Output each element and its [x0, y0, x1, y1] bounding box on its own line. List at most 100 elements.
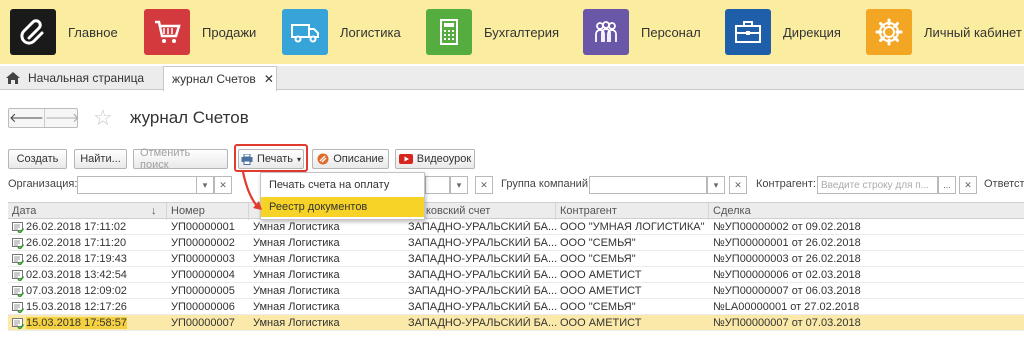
cell-org: Умная Логистика — [253, 301, 340, 313]
bank-clear-button[interactable]: ✕ — [475, 176, 493, 194]
description-button[interactable]: Описание — [312, 149, 389, 169]
cell-bank: ЗАПАДНО-УРАЛЬСКИЙ БА... — [408, 237, 558, 249]
posted-document-icon — [12, 238, 24, 249]
cell-deal: №УП00000002 от 09.02.2018 — [713, 221, 861, 233]
cell-date: 26.02.2018 17:19:43 — [26, 253, 127, 265]
section-personnel[interactable]: Персонал — [583, 8, 701, 56]
org-filter-input[interactable] — [77, 176, 197, 194]
table-row[interactable]: 26.02.2018 17:11:20 УП00000002 Умная Логис… — [8, 235, 1024, 251]
section-label: Главное — [68, 24, 118, 40]
cell-number: УП00000007 — [171, 317, 235, 329]
youtube-icon — [398, 154, 413, 164]
org-clear-button[interactable]: ✕ — [214, 176, 232, 194]
print-highlight-frame — [234, 144, 308, 172]
section-label: Продажи — [202, 24, 257, 40]
home-icon — [6, 72, 20, 84]
bank-dropdown-button[interactable]: ▾ — [450, 176, 468, 194]
group-clear-button[interactable]: ✕ — [729, 176, 747, 194]
tab-bar: Начальная страница журнал Счетов ✕ — [0, 66, 1024, 91]
table-row[interactable]: 26.02.2018 17:19:43 УП00000003 Умная Логис… — [8, 251, 1024, 267]
group-filter-label: Группа компаний: — [501, 178, 592, 190]
cell-number: УП00000003 — [171, 253, 235, 265]
tab-label: журнал Счетов — [172, 72, 256, 86]
column-header-date[interactable]: Дата — [12, 205, 36, 217]
section-label: Дирекция — [783, 24, 841, 40]
cell-bank: ЗАПАДНО-УРАЛЬСКИЙ БА... — [408, 285, 558, 297]
cancel-search-button[interactable]: Отменить поиск — [133, 147, 228, 171]
contractor-clear-button[interactable]: ✕ — [959, 176, 977, 194]
cell-org: Умная Логистика — [253, 253, 340, 265]
group-filter-input[interactable] — [589, 176, 707, 194]
cell-contractor: ООО АМЕТИСТ — [560, 269, 642, 281]
video-lesson-button[interactable]: Видеоурок — [395, 149, 475, 169]
print-menu: Печать счета на оплату Реестр документов — [260, 172, 425, 220]
sections-bar: Главное Продажи Логистика Бухгалтерия Пе… — [0, 0, 1024, 64]
tab-home-label: Начальная страница — [28, 71, 145, 85]
posted-document-icon — [12, 318, 24, 329]
column-header-contractor[interactable]: Контрагент — [560, 205, 617, 217]
tab-home[interactable]: Начальная страница — [6, 66, 144, 90]
cell-date: 26.02.2018 17:11:02 — [26, 221, 127, 233]
section-directorate[interactable]: Дирекция — [725, 8, 841, 56]
cell-deal: №УП00000003 от 26.02.2018 — [713, 253, 861, 265]
table-row[interactable]: 07.03.2018 12:09:02 УП00000005 Умная Логис… — [8, 283, 1024, 299]
section-logistics[interactable]: Логистика — [282, 8, 401, 56]
contractor-filter-input[interactable]: Введите строку для п... — [817, 176, 938, 194]
cell-date: 15.03.2018 17:58:57 — [26, 317, 127, 329]
table-row[interactable]: 02.03.2018 13:42:54 УП00000004 Умная Логис… — [8, 267, 1024, 283]
people-icon — [583, 9, 629, 55]
table-header: Дата ↓ Номер ковский счет Контрагент Сде… — [8, 202, 1024, 220]
forward-button[interactable]: 🡒 — [43, 109, 80, 127]
cell-bank: ЗАПАДНО-УРАЛЬСКИЙ БА... — [408, 253, 558, 265]
cell-date: 26.02.2018 17:11:20 — [26, 237, 127, 249]
description-button-label: Описание — [333, 153, 384, 165]
org-filter-label: Организация: — [8, 178, 78, 190]
bank-filter-input[interactable] — [425, 176, 450, 194]
cell-org: Умная Логистика — [253, 317, 340, 329]
back-button[interactable]: 🡐 — [9, 109, 44, 127]
video-button-label: Видеоурок — [416, 153, 472, 165]
cell-date: 07.03.2018 12:09:02 — [26, 285, 127, 297]
create-button[interactable]: Создать — [8, 149, 67, 169]
section-label: Логистика — [340, 24, 401, 40]
cell-org: Умная Логистика — [253, 221, 340, 233]
cell-deal: №УП00000001 от 26.02.2018 — [713, 237, 861, 249]
cell-contractor: ООО "СЕМЬЯ" — [560, 237, 636, 249]
gear-icon — [866, 9, 912, 55]
favorite-star-icon[interactable]: ☆ — [93, 105, 113, 131]
column-header-bank[interactable]: ковский счет — [426, 205, 490, 217]
cell-deal: №УП00000007 от 06.03.2018 — [713, 285, 861, 297]
cell-deal: №УП00000007 от 07.03.2018 — [713, 317, 861, 329]
table-row[interactable]: 15.03.2018 12:17:26 УП00000006 Умная Логис… — [8, 299, 1024, 315]
cell-contractor: ООО "УМНАЯ ЛОГИСТИКА" — [560, 221, 705, 233]
section-accounting[interactable]: Бухгалтерия — [426, 8, 559, 56]
section-cabinet[interactable]: Личный кабинет — [866, 8, 1022, 56]
menu-item-print-invoice[interactable]: Печать счета на оплату — [261, 175, 424, 195]
cell-date: 02.03.2018 13:42:54 — [26, 269, 127, 281]
cell-bank: ЗАПАДНО-УРАЛЬСКИЙ БА... — [408, 317, 558, 329]
cell-number: УП00000005 — [171, 285, 235, 297]
group-dropdown-button[interactable]: ▾ — [707, 176, 725, 194]
org-dropdown-button[interactable]: ▾ — [196, 176, 214, 194]
column-header-deal[interactable]: Сделка — [713, 205, 751, 217]
close-icon[interactable]: ✕ — [264, 72, 274, 86]
table-body: 26.02.2018 17:11:02 УП00000001 Умная Логис… — [8, 219, 1024, 331]
table-row[interactable]: 15.03.2018 17:58:57 УП00000007 Умная Логис… — [8, 315, 1024, 331]
section-main[interactable]: Главное — [10, 8, 118, 56]
table-row[interactable]: 26.02.2018 17:11:02 УП00000001 Умная Логис… — [8, 219, 1024, 235]
find-button[interactable]: Найти... — [74, 149, 127, 169]
cell-org: Умная Логистика — [253, 269, 340, 281]
truck-icon — [282, 9, 328, 55]
cell-bank: ЗАПАДНО-УРАЛЬСКИЙ БА... — [408, 221, 558, 233]
cell-org: Умная Логистика — [253, 237, 340, 249]
contractor-select-button[interactable]: ... — [938, 176, 956, 194]
posted-document-icon — [12, 222, 24, 233]
calculator-icon — [426, 9, 472, 55]
section-sales[interactable]: Продажи — [144, 8, 256, 56]
menu-item-documents-register[interactable]: Реестр документов — [261, 197, 424, 217]
nav-buttons: 🡐 🡒 — [8, 108, 80, 128]
tab-invoice-journal[interactable]: журнал Счетов ✕ — [163, 66, 277, 91]
cell-number: УП00000006 — [171, 301, 235, 313]
section-label: Личный кабинет — [924, 24, 1022, 40]
column-header-number[interactable]: Номер — [171, 205, 205, 217]
